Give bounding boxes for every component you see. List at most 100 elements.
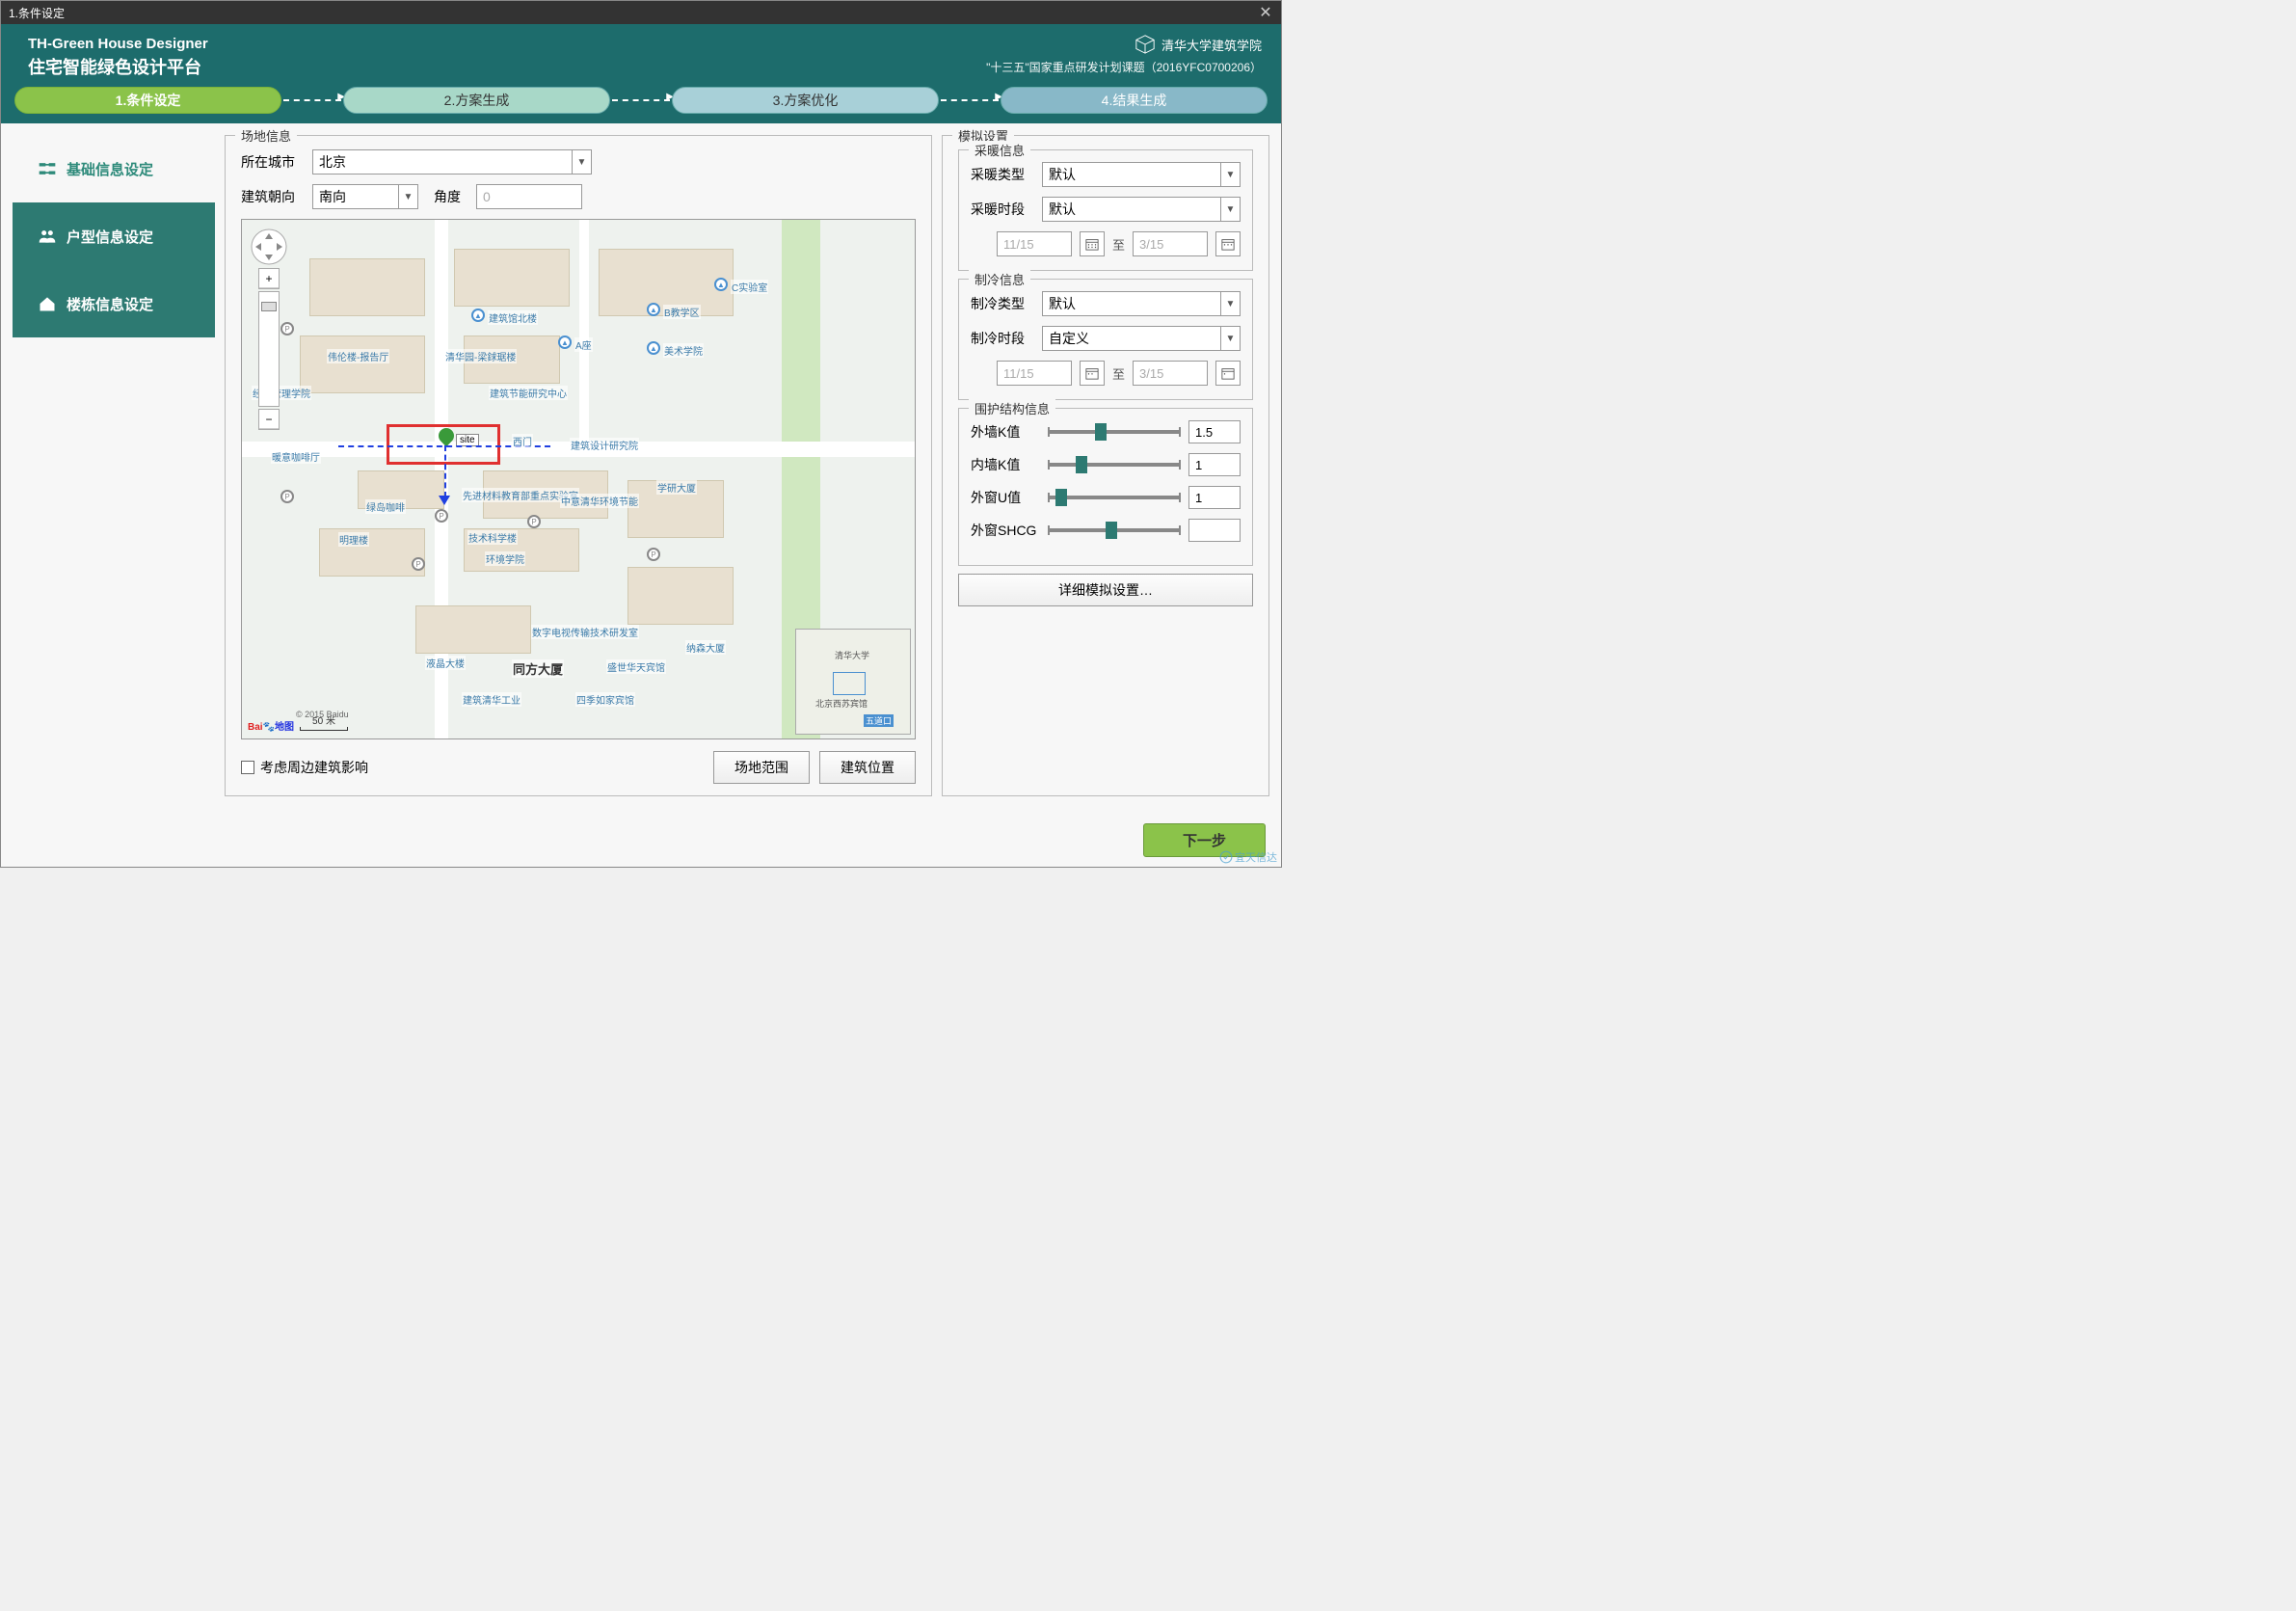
wall-ext-value[interactable]: 1.5 [1188, 420, 1241, 443]
win-u-label: 外窗U值 [971, 488, 1040, 507]
poi-label: 四季如家宾馆 [575, 692, 635, 707]
sidebar-item-basic[interactable]: 基础信息设定 [13, 135, 215, 202]
heating-date-from[interactable]: 11/15 [997, 231, 1072, 256]
step-sep-icon [283, 99, 341, 101]
map-zoom-control[interactable]: + [258, 268, 280, 289]
calendar-icon[interactable] [1215, 231, 1241, 256]
poi-label: 西门 [512, 434, 533, 448]
group-legend: 场地信息 [235, 126, 297, 145]
site-info-group: 场地信息 所在城市 北京 ▼ 建筑朝向 南向 ▼ 角度 [225, 135, 932, 796]
poi-label: 纳森大厦 [685, 640, 726, 655]
parking-icon: P [280, 490, 294, 503]
project-code: "十三五"国家重点研发计划课题（2016YFC0700206） [986, 59, 1262, 75]
parking-icon: P [280, 322, 294, 336]
wall-ext-slider[interactable] [1048, 422, 1181, 442]
poi-marker-icon: ▲ [647, 303, 660, 316]
site-axis-v [444, 445, 446, 497]
zoom-thumb[interactable] [261, 302, 277, 311]
angle-input[interactable]: 0 [476, 184, 582, 209]
step-1[interactable]: 1.条件设定 [14, 87, 281, 114]
poi-label: 环境学院 [485, 551, 525, 566]
chevron-down-icon: ▼ [572, 150, 591, 174]
cooling-date-to[interactable]: 3/15 [1133, 361, 1208, 386]
cooling-date-from[interactable]: 11/15 [997, 361, 1072, 386]
poi-label: 明理楼 [338, 532, 369, 547]
baidu-logo: Bai🐾地图 [248, 718, 294, 733]
calendar-icon[interactable] [1080, 231, 1105, 256]
poi-marker-icon: ▲ [714, 278, 728, 291]
step-3[interactable]: 3.方案优化 [672, 87, 939, 114]
win-shgc-label: 外窗SHCG [971, 521, 1040, 540]
university-name: 清华大学建筑学院 [1161, 36, 1262, 54]
poi-label: 数字电视传输技术研发室 [531, 625, 639, 639]
calendar-icon[interactable] [1215, 361, 1241, 386]
sidebar-item-building[interactable]: 楼栋信息设定 [13, 270, 215, 337]
arrow-down-icon [439, 496, 450, 505]
step-nav: 1.条件设定 2.方案生成 3.方案优化 4.结果生成 [1, 87, 1281, 123]
window-title: 1.条件设定 [9, 5, 65, 21]
map-pan-control[interactable] [250, 228, 288, 269]
group-legend: 制冷信息 [969, 270, 1030, 288]
chevron-down-icon: ▼ [1220, 292, 1240, 315]
heating-group: 采暖信息 采暖类型 默认 ▼ 采暖时段 默认 ▼ [958, 149, 1253, 271]
footer: 下一步 宜天信达 [1, 816, 1281, 867]
win-u-slider[interactable] [1048, 488, 1181, 507]
wall-ext-label: 外墙K值 [971, 422, 1040, 442]
orientation-label: 建筑朝向 [241, 187, 303, 206]
site-extent-button[interactable]: 场地范围 [713, 751, 810, 784]
simulation-group: 模拟设置 采暖信息 采暖类型 默认 ▼ 采暖时段 默认 [942, 135, 1269, 796]
map-copyright: © 2015 Baidu [296, 710, 349, 719]
chevron-down-icon: ▼ [398, 185, 417, 208]
heating-date-to[interactable]: 3/15 [1133, 231, 1208, 256]
heating-period-select[interactable]: 默认 ▼ [1042, 197, 1241, 222]
group-legend: 围护结构信息 [969, 399, 1055, 417]
parking-icon: P [647, 548, 660, 561]
cooling-period-select[interactable]: 自定义 ▼ [1042, 326, 1241, 351]
sidebar-item-unit[interactable]: 户型信息设定 [13, 202, 215, 270]
parking-icon: P [412, 557, 425, 571]
win-u-value[interactable]: 1 [1188, 486, 1241, 509]
wall-int-value[interactable]: 1 [1188, 453, 1241, 476]
heating-period-label: 采暖时段 [971, 200, 1032, 219]
poi-label: 建筑节能研究中心 [489, 386, 568, 400]
step-2[interactable]: 2.方案生成 [343, 87, 610, 114]
city-label: 所在城市 [241, 152, 303, 172]
map-zoom-out[interactable]: − [258, 409, 280, 430]
orientation-select[interactable]: 南向 ▼ [312, 184, 418, 209]
win-shgc-slider[interactable] [1048, 521, 1181, 540]
home-icon [38, 294, 57, 313]
building-location-button[interactable]: 建筑位置 [819, 751, 916, 784]
step-4[interactable]: 4.结果生成 [1001, 87, 1268, 114]
poi-label: 暖意咖啡厅 [271, 449, 321, 464]
heating-type-label: 采暖类型 [971, 165, 1032, 184]
city-select[interactable]: 北京 ▼ [312, 149, 592, 175]
map-zoom-slider[interactable] [258, 291, 280, 407]
neighbor-checkbox[interactable]: 考虑周边建筑影响 [241, 758, 368, 777]
poi-marker-icon: ▲ [558, 336, 572, 349]
wall-int-label: 内墙K值 [971, 455, 1040, 474]
wall-int-slider[interactable] [1048, 455, 1181, 474]
detail-settings-button[interactable]: 详细模拟设置… [958, 574, 1253, 606]
calendar-icon[interactable] [1080, 361, 1105, 386]
cooling-period-label: 制冷时段 [971, 329, 1032, 348]
watermark: 宜天信达 [1219, 849, 1277, 865]
step-sep-icon [612, 99, 670, 101]
close-icon[interactable]: ✕ [1254, 1, 1277, 24]
site-map[interactable]: site ▲ 建筑馆北楼 ▲ B教学区 ▲ C实验室 ▲ A座 ▲ 美术学院 伟… [241, 219, 916, 739]
cooling-type-select[interactable]: 默认 ▼ [1042, 291, 1241, 316]
poi-label: 美术学院 [663, 343, 704, 358]
poi-label: 同方大厦 [512, 659, 564, 678]
win-shgc-value[interactable] [1188, 519, 1241, 542]
poi-label: 伟伦楼-报告厅 [327, 349, 389, 363]
sidebar-label: 楼栋信息设定 [67, 294, 153, 314]
heating-type-select[interactable]: 默认 ▼ [1042, 162, 1241, 187]
parking-icon: P [435, 509, 448, 523]
zoom-in-icon[interactable]: + [259, 269, 279, 288]
poi-label: 绿岛咖啡 [365, 499, 406, 514]
envelope-group: 围护结构信息 外墙K值 1.5 内墙K值 1 外窗U值 1 [958, 408, 1253, 566]
cube-icon [1135, 34, 1156, 55]
sidebar-label: 基础信息设定 [67, 159, 153, 179]
zoom-out-icon[interactable]: − [259, 410, 279, 429]
poi-label: C实验室 [731, 280, 768, 294]
minimap[interactable]: 清华大学 北京西苏宾馆 五道口 [795, 629, 911, 735]
